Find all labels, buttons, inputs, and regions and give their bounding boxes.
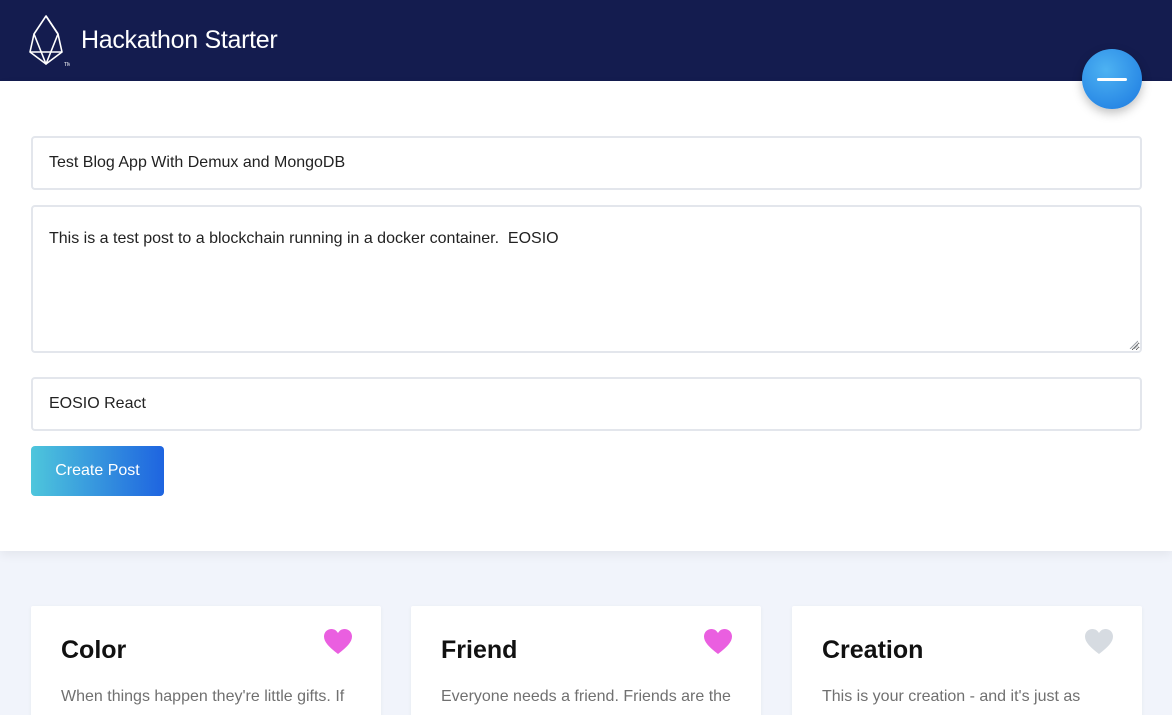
card-excerpt: When things happen they're little gifts.… — [61, 688, 345, 705]
card-excerpt: Everyone needs a friend. Friends are the — [441, 688, 731, 705]
eos-logo-icon[interactable]: TM — [28, 14, 70, 68]
post-card: Creation This is your creation - and it'… — [792, 606, 1142, 715]
minus-icon — [1097, 78, 1127, 81]
app-header: TM Hackathon Starter — [0, 0, 1172, 81]
card-title: Creation — [822, 636, 924, 664]
resize-grip-icon[interactable] — [1128, 339, 1138, 349]
svg-text:TM: TM — [64, 62, 70, 68]
post-body-textarea[interactable]: This is a test post to a blockchain runn… — [31, 205, 1142, 353]
post-title-input[interactable] — [31, 136, 1142, 190]
post-card: Color When things happen they're little … — [31, 606, 381, 715]
post-card: Friend Everyone needs a friend. Friends … — [411, 606, 761, 715]
card-excerpt: This is your creation - and it's just as — [822, 688, 1081, 705]
create-post-button[interactable]: Create Post — [31, 446, 164, 496]
heart-icon[interactable] — [1085, 629, 1113, 655]
heart-icon[interactable] — [324, 629, 352, 655]
app-title: Hackathon Starter — [81, 26, 278, 54]
card-title: Color — [61, 636, 127, 664]
post-tags-input[interactable] — [31, 377, 1142, 431]
menu-toggle-button[interactable] — [1082, 49, 1142, 109]
card-title: Friend — [441, 636, 518, 664]
heart-icon[interactable] — [704, 629, 732, 655]
